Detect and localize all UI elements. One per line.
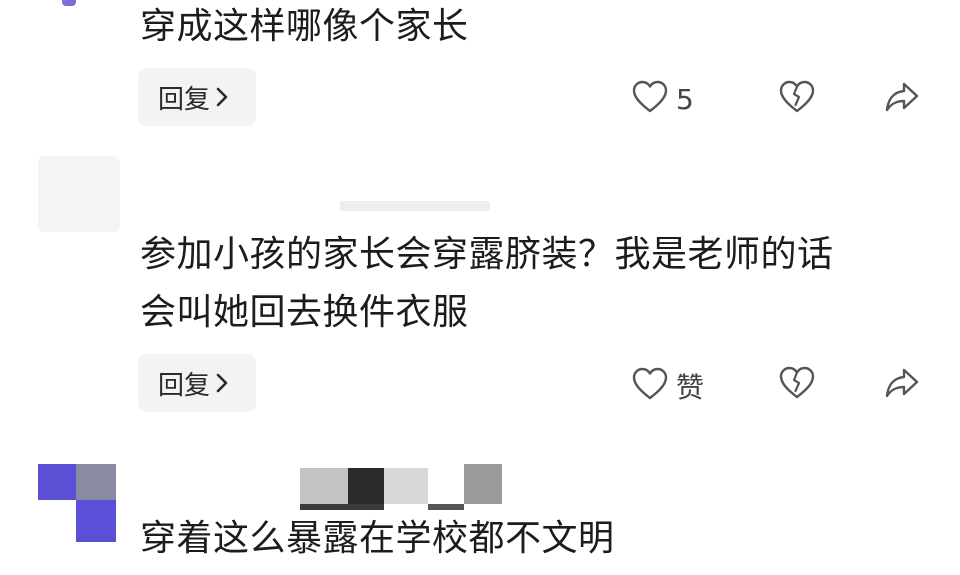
comment-text-line2: 会叫她回去换件衣服: [140, 292, 469, 333]
share-icon: [884, 366, 920, 404]
share-icon: [884, 80, 920, 118]
avatar[interactable]: [38, 156, 120, 232]
avatar-partial: [62, 0, 76, 6]
share-button[interactable]: [884, 80, 920, 118]
comment-feed: 穿成这样哪像个家长 回复 5 参加小孩的家长会穿露脐装？我是老师的话 会叫她回去…: [0, 0, 960, 575]
avatar[interactable]: [38, 464, 118, 544]
heart-icon: [632, 367, 668, 405]
reply-label: 回复: [158, 370, 211, 401]
broken-heart-icon: [779, 366, 815, 404]
comment-text: 穿成这样哪像个家长: [140, 6, 469, 47]
username-mosaic-tile: [348, 468, 384, 504]
dislike-button[interactable]: [779, 80, 815, 118]
chevron-right-icon: [214, 86, 230, 108]
broken-heart-icon: [779, 80, 815, 118]
reply-button[interactable]: 回复: [138, 354, 256, 412]
like-button[interactable]: 赞: [632, 366, 704, 406]
username-mosaic-tile: [384, 468, 428, 504]
share-button[interactable]: [884, 366, 920, 404]
avatar-mosaic-tile: [76, 500, 116, 542]
comment-text-line1: 参加小孩的家长会穿露脐装？我是老师的话: [140, 234, 834, 275]
chevron-right-icon: [214, 372, 230, 394]
like-button[interactable]: 5: [632, 80, 694, 118]
like-count: 5: [676, 82, 694, 116]
username-mosaic-tile: [464, 464, 502, 504]
heart-icon: [632, 80, 668, 118]
username-mosaic-tile: [428, 468, 464, 504]
username-blurred[interactable]: [340, 201, 490, 211]
avatar-mosaic-tile: [38, 464, 76, 500]
avatar-mosaic-tile: [76, 464, 116, 500]
reply-label: 回复: [158, 84, 211, 115]
comment-text: 穿着这么暴露在学校都不文明: [140, 518, 615, 559]
like-label: 赞: [676, 371, 705, 404]
username-mosaic-tile: [300, 468, 348, 504]
dislike-button[interactable]: [779, 366, 815, 404]
reply-button[interactable]: 回复: [138, 68, 256, 126]
username-blurred[interactable]: [300, 464, 510, 512]
